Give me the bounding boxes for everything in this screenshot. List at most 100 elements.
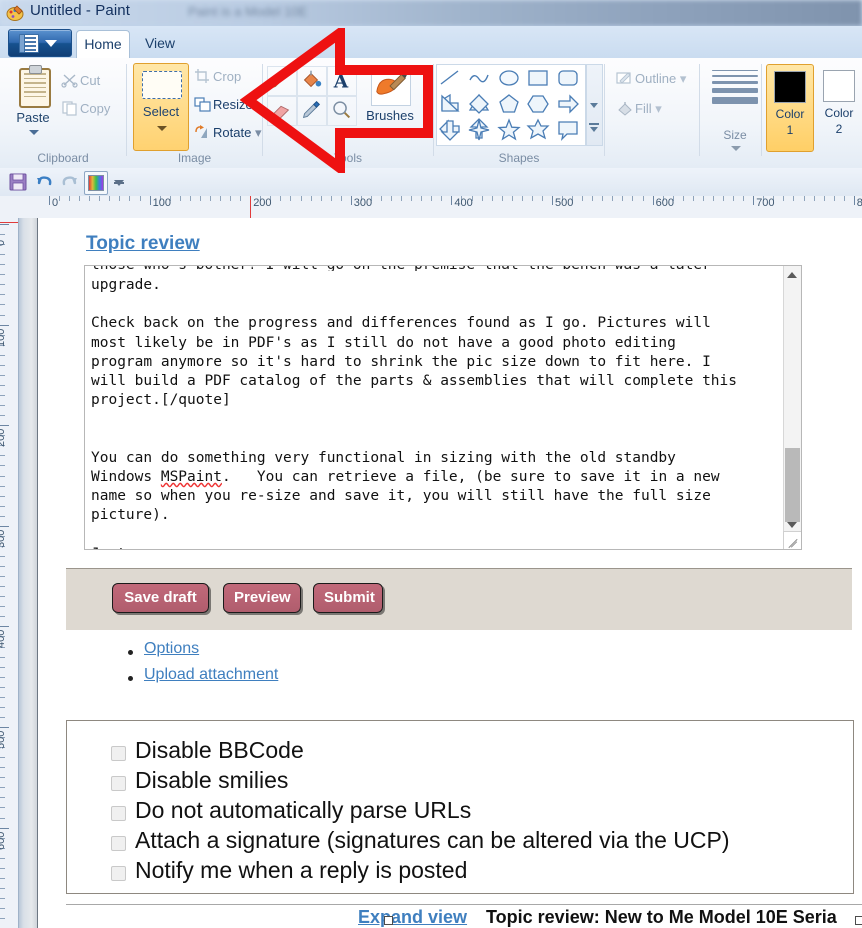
tab-view[interactable]: View: [132, 30, 188, 58]
pencil-icon[interactable]: [267, 66, 297, 96]
ribbon-group-colors: Color 1 Color 2: [762, 58, 862, 168]
ruler-tick: [0, 284, 5, 286]
ruler-tick: [0, 696, 5, 698]
preview-button[interactable]: Preview: [223, 583, 301, 613]
save-icon[interactable]: [8, 172, 28, 192]
rounded-rectangle-shape[interactable]: [556, 66, 580, 90]
no-parse-urls-checkbox[interactable]: [111, 806, 126, 821]
copy-icon: [60, 100, 80, 116]
copy-button[interactable]: Copy: [60, 100, 110, 116]
topic-review-link[interactable]: Topic review: [86, 233, 200, 255]
ruler-tick: [240, 196, 242, 201]
ruler-tick: [220, 196, 222, 201]
right-arrow-shape[interactable]: [556, 92, 580, 116]
canvas-area[interactable]: Topic review those who's bother? I will …: [19, 218, 862, 928]
hexagon-shape[interactable]: [526, 92, 550, 116]
cloud-callout-shape[interactable]: [467, 143, 491, 146]
ruler-tick: [0, 455, 5, 457]
tab-home[interactable]: Home: [76, 30, 130, 59]
rectangle-shape[interactable]: [526, 66, 550, 90]
oval-shape[interactable]: [497, 66, 521, 90]
submit-button[interactable]: Submit: [313, 583, 383, 613]
shapes-gallery[interactable]: [436, 64, 586, 146]
outline-button[interactable]: Outline ▾: [615, 70, 686, 87]
chevron-down-icon[interactable]: [731, 146, 741, 151]
ruler-tick: [833, 196, 835, 201]
ruler-tick: [0, 374, 5, 376]
scrollbar-thumb[interactable]: [785, 448, 800, 522]
disable-smilies-checkbox[interactable]: [111, 776, 126, 791]
shapes-scrollbar[interactable]: [586, 64, 603, 146]
options-link[interactable]: Options: [144, 640, 199, 658]
ruler-tick: [230, 196, 232, 201]
rectangular-callout-shape[interactable]: [556, 118, 580, 142]
rotate-button[interactable]: Rotate ▾: [193, 124, 261, 141]
diamond-shape[interactable]: [467, 92, 491, 116]
curve-shape[interactable]: [467, 66, 491, 90]
eraser-icon[interactable]: [267, 96, 297, 126]
chevron-down-icon[interactable]: ▾: [680, 71, 687, 86]
fill-button[interactable]: Fill ▾: [615, 100, 662, 117]
right-triangle-shape[interactable]: [438, 92, 462, 116]
resize-button[interactable]: Resize: [193, 96, 253, 112]
cut-button[interactable]: Cut: [60, 72, 100, 88]
magnifier-icon[interactable]: [327, 96, 357, 126]
attach-signature-checkbox[interactable]: [111, 836, 126, 851]
chevron-down-icon[interactable]: [29, 130, 39, 135]
crop-button[interactable]: Crop: [193, 68, 241, 84]
ruler-tick: [0, 354, 5, 356]
pentagon-shape[interactable]: [497, 92, 521, 116]
ruler-tick: [199, 196, 201, 201]
undo-icon[interactable]: [34, 172, 54, 192]
six-point-star-shape[interactable]: [526, 118, 550, 142]
five-point-star-shape[interactable]: [497, 118, 521, 142]
ruler-tick: [0, 555, 5, 557]
ruler-tick: [793, 196, 795, 201]
ruler-tick: [139, 196, 141, 201]
save-draft-button[interactable]: Save draft: [112, 583, 209, 613]
scroll-down-icon[interactable]: [787, 522, 797, 528]
chevron-down-icon[interactable]: ▾: [655, 101, 662, 116]
message-textarea[interactable]: those who's bother? I will go on the pre…: [84, 265, 802, 550]
rounded-callout-shape[interactable]: [438, 143, 462, 146]
scroll-down-icon[interactable]: [590, 103, 598, 108]
notify-reply-checkbox[interactable]: [111, 866, 126, 881]
select-button[interactable]: Select: [133, 63, 189, 151]
chevron-down-icon[interactable]: [157, 126, 167, 131]
upload-attachment-link[interactable]: Upload attachment: [144, 666, 278, 684]
scroll-up-icon[interactable]: [787, 272, 797, 278]
chevron-down-icon[interactable]: ▾: [255, 125, 262, 140]
scroll-more-icon[interactable]: [590, 127, 598, 132]
redo-icon[interactable]: [60, 172, 80, 192]
color-2-button[interactable]: Color 2: [816, 64, 862, 150]
selection-grip-handle[interactable]: [384, 916, 393, 925]
textarea-content: upgrade. Check back on the progress and …: [91, 276, 791, 549]
disable-bbcode-checkbox[interactable]: [111, 746, 126, 761]
scroll-more-bar: [589, 123, 599, 125]
fill-bucket-icon[interactable]: [297, 66, 327, 96]
ruler-tick: [753, 196, 755, 205]
paste-button[interactable]: Paste: [10, 64, 56, 148]
color-picker-icon[interactable]: [297, 96, 327, 126]
customize-dropdown-icon[interactable]: [114, 180, 124, 186]
textarea-scrollbar[interactable]: [783, 266, 801, 532]
text-tool-icon[interactable]: A: [327, 66, 357, 96]
color-1-button[interactable]: Color 1: [766, 64, 814, 152]
expand-view-link[interactable]: Expand view: [358, 907, 467, 928]
textarea-clipped-line: those who's bother? I will go on the pre…: [91, 266, 781, 271]
line-shape[interactable]: [438, 66, 462, 90]
ruler-tick: [0, 686, 5, 688]
brushes-button[interactable]: Brushes: [359, 64, 421, 144]
ruler-tick: [0, 877, 5, 879]
edit-colors-icon[interactable]: [84, 171, 108, 195]
selection-grip-handle[interactable]: [855, 916, 862, 925]
four-point-star-shape[interactable]: [467, 118, 491, 142]
file-menu-icon[interactable]: [8, 29, 72, 57]
ruler-tick: [0, 787, 5, 789]
ruler-tick: [0, 706, 5, 708]
ribbon-group-size[interactable]: Size: [700, 58, 770, 168]
resize-grip-icon[interactable]: [783, 531, 801, 549]
down-arrow-shape[interactable]: [438, 118, 462, 142]
copy-label: Copy: [80, 101, 111, 116]
ruler-tick: [290, 196, 292, 201]
